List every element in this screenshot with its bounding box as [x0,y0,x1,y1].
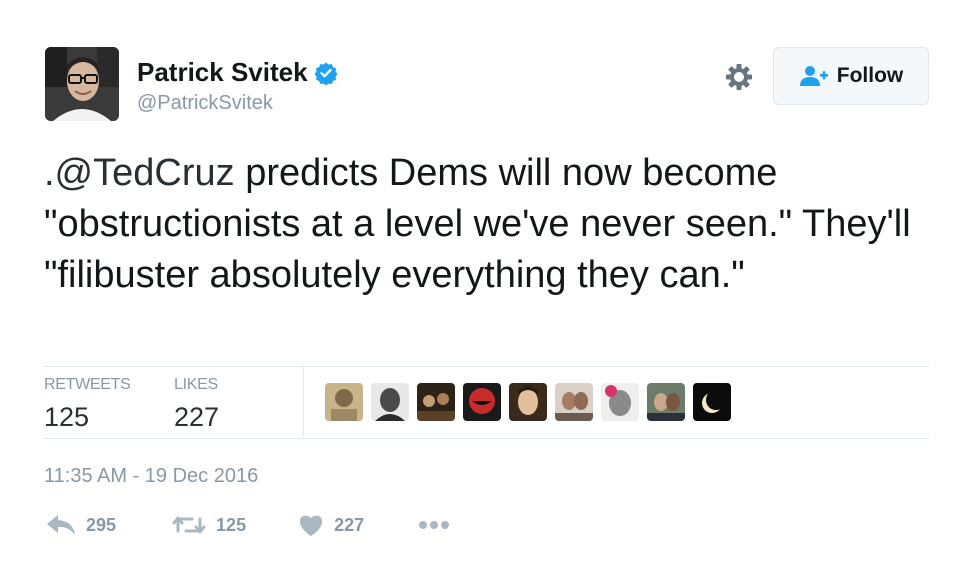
tweet-mention-link[interactable]: .@TedCruz [44,152,235,194]
like-count: 227 [334,514,365,535]
liker-avatar[interactable] [463,383,501,421]
verified-badge-icon [314,62,338,85]
liker-avatar[interactable] [601,383,639,421]
liker-avatar[interactable] [647,383,685,421]
stats-top-divider [44,366,929,367]
likes-value: 227 [174,402,220,432]
user-name-row[interactable]: Patrick Svitek [137,57,338,88]
profile-avatar[interactable] [45,47,119,121]
reply-button[interactable]: 295 [46,514,116,536]
retweet-count: 125 [216,514,247,535]
more-dots-icon [419,521,450,529]
retweet-icon [172,516,206,534]
tweet-actions: 295 125 227 [46,513,450,537]
add-user-icon [799,66,828,86]
profile-photo [45,47,119,121]
like-button[interactable]: 227 [298,513,364,537]
liker-avatar[interactable] [325,383,363,421]
stats-bottom-divider [44,438,929,439]
liker-avatar[interactable] [693,383,731,421]
liker-avatar[interactable] [555,383,593,421]
likers-avatar-list [325,383,731,421]
likes-stat[interactable]: LIKES 227 [174,376,219,433]
follow-button-label: Follow [836,64,904,87]
retweet-button[interactable]: 125 [172,514,246,536]
liker-avatar[interactable] [371,383,409,421]
retweets-stat[interactable]: RETWEETS 125 [44,376,131,433]
stats-vertical-divider [303,367,304,437]
retweets-label: RETWEETS [44,376,131,393]
tweet-timestamp[interactable]: 11:35 AM - 19 Dec 2016 [44,465,258,488]
follow-button[interactable]: Follow [773,47,929,105]
reply-count: 295 [86,514,117,535]
reply-icon [47,515,75,535]
gear-icon[interactable] [722,60,756,94]
heart-icon [299,515,323,536]
display-name[interactable]: Patrick Svitek [137,57,308,88]
likes-label: LIKES [174,376,218,393]
tweet-text: .@TedCruz predicts Dems will now become … [44,148,914,301]
liker-avatar[interactable] [417,383,455,421]
retweets-value: 125 [44,402,90,432]
user-handle[interactable]: @PatrickSvitek [137,92,273,115]
more-button[interactable] [418,520,450,530]
liker-avatar[interactable] [509,383,547,421]
